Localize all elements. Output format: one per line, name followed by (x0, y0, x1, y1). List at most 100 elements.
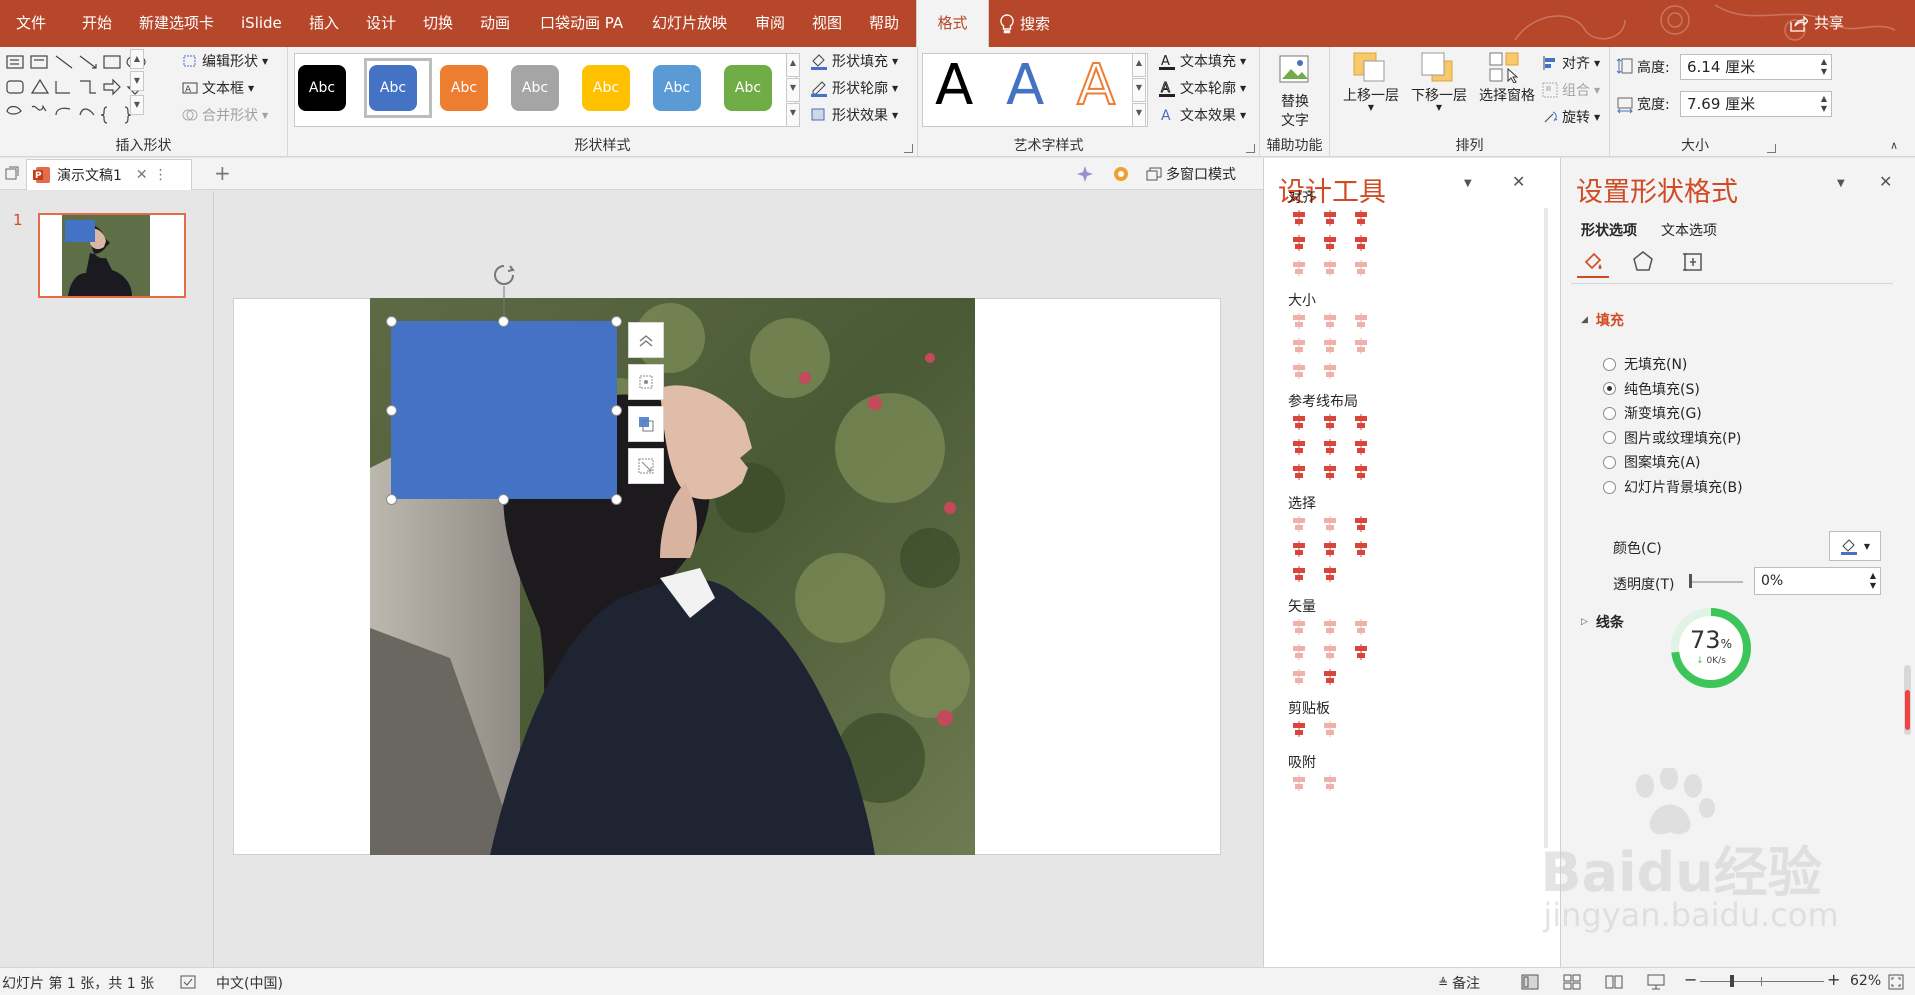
multi-window-button[interactable]: 多窗口模式 (1146, 164, 1236, 184)
design-tool-1-6-icon[interactable] (1352, 234, 1370, 252)
shapes-scroll-down[interactable]: ▼ (130, 71, 144, 91)
shape-style-swatch-7[interactable]: Abc (724, 65, 772, 111)
shape-styles-dialog-launcher[interactable] (904, 144, 913, 153)
design-tool-1-7-icon[interactable] (1290, 259, 1308, 277)
design-tool-3-6-icon[interactable] (1352, 438, 1370, 456)
fill-line-icon[interactable] (1581, 250, 1605, 274)
fill-option-1[interactable]: 无填充(N) (1603, 354, 1687, 374)
shape-style-swatch-3[interactable]: Abc (440, 65, 488, 111)
design-tool-4-2-icon[interactable] (1321, 515, 1339, 533)
shapes-scroll-up[interactable]: ▲ (130, 49, 144, 69)
design-tool-4-1-icon[interactable] (1290, 515, 1308, 533)
design-tool-7-2-icon[interactable] (1321, 774, 1339, 792)
shape-fill-button[interactable]: 形状填充 ▼ (810, 51, 898, 71)
design-tool-3-4-icon[interactable] (1290, 438, 1308, 456)
design-tool-6-2-icon[interactable] (1321, 720, 1339, 738)
tab-islide[interactable]: iSlide (241, 0, 282, 47)
text-fill-button[interactable]: A 文本填充 ▼ (1158, 51, 1246, 71)
design-tool-1-2-icon[interactable] (1321, 209, 1339, 227)
tab-help[interactable]: 帮助 (869, 0, 899, 47)
wordart-style-orange-outline[interactable]: A (1076, 52, 1116, 119)
design-tool-5-8-icon[interactable] (1321, 668, 1339, 686)
network-speed-widget[interactable]: 73% ↓ 0K/s (1669, 606, 1753, 690)
radio-button[interactable] (1603, 357, 1616, 371)
shape-style-swatch-1[interactable]: Abc (298, 65, 346, 111)
resize-handle-right[interactable] (611, 405, 622, 416)
fill-option-5[interactable]: 图案填充(A) (1603, 452, 1701, 472)
tab-transitions[interactable]: 切换 (423, 0, 453, 47)
radio-button[interactable] (1603, 480, 1616, 494)
design-tool-1-9-icon[interactable] (1352, 259, 1370, 277)
tab-list-icon[interactable] (4, 166, 20, 182)
bring-forward-button[interactable]: 上移一层 ▼ (1338, 51, 1404, 121)
resize-handle-bottom[interactable] (498, 494, 509, 505)
slide-thumbnail-1[interactable] (38, 213, 186, 298)
tab-slideshow[interactable]: 幻灯片放映 (652, 0, 727, 47)
effects-pentagon-icon[interactable] (1631, 250, 1655, 274)
tell-me-search[interactable]: 搜索 (1000, 0, 1050, 47)
zoom-level[interactable]: 62% (1850, 973, 1881, 989)
edit-shape-button[interactable]: 编辑形状 ▼ (182, 51, 268, 71)
rotation-handle[interactable] (489, 262, 519, 320)
language-status[interactable]: 中文(中国) (216, 973, 283, 993)
alt-text-button[interactable] (1276, 53, 1314, 89)
wordart-dialog-launcher[interactable] (1246, 144, 1255, 153)
radio-button[interactable] (1603, 455, 1616, 469)
tab-format[interactable]: 格式 (916, 0, 989, 47)
wordart-style-blue[interactable]: A (1006, 53, 1044, 118)
tab-more-icon[interactable]: ⋮ (154, 167, 168, 183)
resize-tool-button[interactable] (628, 448, 664, 484)
design-tool-5-1-icon[interactable] (1290, 618, 1308, 636)
design-tool-4-7-icon[interactable] (1290, 565, 1308, 583)
text-box-button[interactable]: A 文本框 ▼ (182, 78, 254, 98)
design-tool-3-9-icon[interactable] (1352, 463, 1370, 481)
resize-handle-top-left[interactable] (386, 316, 397, 327)
fill-option-4[interactable]: 图片或纹理填充(P) (1603, 428, 1741, 448)
radio-button[interactable] (1603, 431, 1616, 445)
radio-button[interactable] (1603, 382, 1616, 396)
styles-more[interactable]: ▼ (786, 103, 800, 127)
wordart-scroll-down[interactable]: ▼ (1132, 78, 1146, 102)
design-pane-close-icon[interactable]: ✕ (1512, 172, 1525, 191)
line-section-header[interactable]: ▷ 线条 (1581, 612, 1624, 632)
shape-style-swatch-2[interactable]: Abc (369, 65, 417, 111)
arrange-tool-button[interactable] (628, 406, 664, 442)
fill-option-2[interactable]: 纯色填充(S) (1603, 379, 1700, 399)
design-tool-4-6-icon[interactable] (1352, 540, 1370, 558)
shape-style-swatch-5[interactable]: Abc (582, 65, 630, 111)
slideshow-icon[interactable] (1647, 974, 1665, 990)
design-tool-2-5-icon[interactable] (1321, 337, 1339, 355)
transparency-input[interactable]: 0% ▲ ▼ (1754, 567, 1881, 595)
design-tool-5-6-icon[interactable] (1352, 643, 1370, 661)
transparency-slider-thumb[interactable] (1689, 574, 1692, 588)
styles-scroll-down[interactable]: ▼ (786, 78, 800, 102)
design-tool-2-3-icon[interactable] (1352, 312, 1370, 330)
new-tab-icon[interactable]: + (214, 161, 231, 185)
resize-handle-left[interactable] (386, 405, 397, 416)
tab-file[interactable]: 文件 (16, 0, 46, 47)
design-tool-5-5-icon[interactable] (1321, 643, 1339, 661)
styles-scroll-up[interactable]: ▲ (786, 53, 800, 77)
tab-review[interactable]: 审阅 (755, 0, 785, 47)
merge-shapes-button[interactable]: 合并形状 ▼ (182, 105, 268, 125)
height-spinner[interactable]: ▲ ▼ (1821, 57, 1827, 77)
zoom-slider[interactable] (1700, 981, 1824, 982)
design-tool-4-3-icon[interactable] (1352, 515, 1370, 533)
tab-animations[interactable]: 动画 (480, 0, 510, 47)
size-properties-icon[interactable] (1681, 250, 1705, 274)
design-tool-5-2-icon[interactable] (1321, 618, 1339, 636)
send-backward-button[interactable]: 下移一层 ▼ (1406, 51, 1472, 121)
design-tool-2-4-icon[interactable] (1290, 337, 1308, 355)
pin-icon[interactable] (1076, 165, 1094, 183)
design-tool-5-7-icon[interactable] (1290, 668, 1308, 686)
rotate-button[interactable]: 旋转 ▼ (1542, 107, 1600, 127)
design-tool-4-4-icon[interactable] (1290, 540, 1308, 558)
format-pane-close-icon[interactable]: ✕ (1879, 172, 1892, 191)
text-effects-button[interactable]: A 文本效果 ▼ (1158, 105, 1246, 125)
align-button[interactable]: 对齐 ▼ (1542, 53, 1600, 73)
tab-view[interactable]: 视图 (812, 0, 842, 47)
center-tool-button[interactable] (628, 364, 664, 400)
design-tool-3-8-icon[interactable] (1321, 463, 1339, 481)
wordart-more[interactable]: ▼ (1132, 103, 1146, 127)
fill-color-picker[interactable]: ▼ (1829, 531, 1881, 561)
